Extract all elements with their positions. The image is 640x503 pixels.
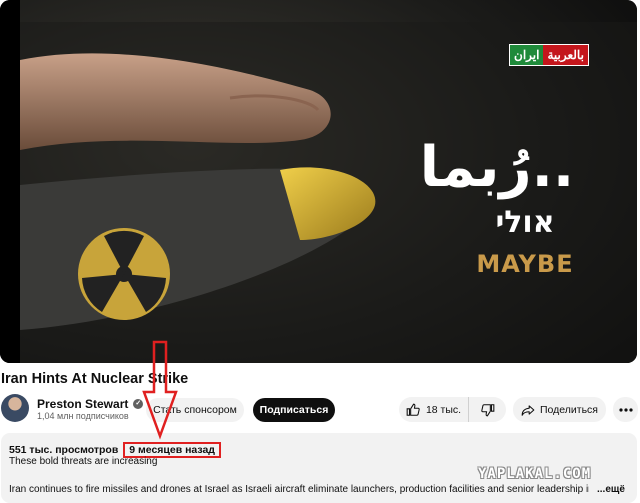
like-count: 18 тыс.: [425, 403, 462, 416]
site-watermark: YAPLAKAL.COM: [478, 466, 592, 482]
channel-name[interactable]: Preston Stewart: [37, 397, 128, 411]
share-button[interactable]: Поделиться: [513, 397, 606, 422]
video-player[interactable]: ايران بالعربية رُبما.. אולי MAYBE: [0, 0, 637, 363]
channel-name-row[interactable]: Preston Stewart ✓: [37, 397, 144, 411]
logo-text-green: ايران: [510, 45, 544, 65]
tv-channel-logo: ايران بالعربية: [509, 44, 589, 66]
like-dislike-group: 18 тыс.: [399, 397, 506, 422]
thumbs-down-icon: [480, 403, 494, 416]
video-caption-hebrew: אולי: [495, 205, 555, 240]
thumbs-up-icon: [406, 403, 420, 416]
subscribe-button[interactable]: Подписаться: [253, 398, 335, 422]
subscriber-count: 1,04 млн подписчиков: [37, 411, 129, 421]
more-actions-button[interactable]: [613, 397, 638, 422]
video-caption-arabic: رُبما..: [419, 135, 575, 200]
channel-avatar[interactable]: [1, 394, 29, 422]
view-count: 551 тыс. просмотров: [9, 444, 119, 456]
video-caption-english: MAYBE: [476, 250, 574, 278]
description-text: Iran continues to fire missiles and dron…: [9, 484, 589, 495]
logo-text-red: بالعربية: [543, 45, 588, 65]
share-arrow-icon: [521, 404, 535, 416]
annotation-arrow-icon: [142, 340, 178, 440]
share-label: Поделиться: [540, 403, 598, 416]
dislike-button[interactable]: [469, 397, 506, 422]
show-more-link[interactable]: ...ещё: [597, 484, 625, 495]
like-button[interactable]: 18 тыс.: [399, 397, 469, 422]
more-horizontal-icon: [618, 407, 633, 412]
description-tagline: These bold threats are increasing: [9, 456, 158, 467]
